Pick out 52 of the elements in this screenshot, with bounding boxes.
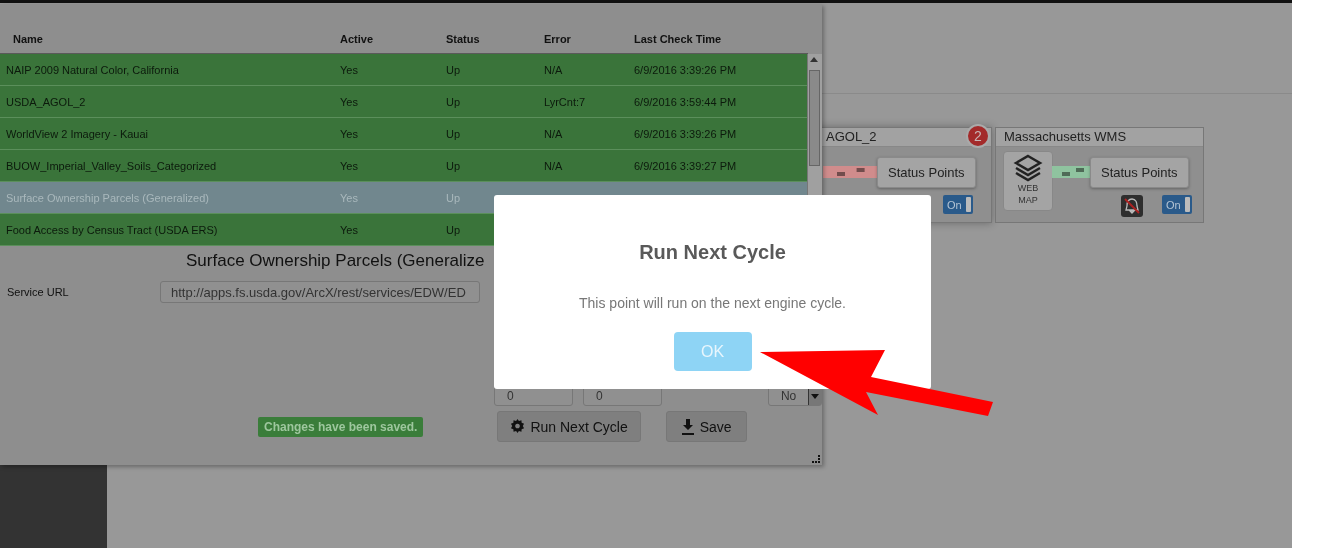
column-header[interactable]: Status bbox=[440, 33, 538, 45]
table-cell-text: N/A bbox=[543, 63, 564, 76]
layers-icon bbox=[1013, 152, 1043, 182]
web-map-tile[interactable]: WEB MAP bbox=[1003, 151, 1053, 211]
save-status: Changes have been saved. bbox=[258, 416, 424, 437]
table-row[interactable]: WorldView 2 Imagery - Kauai Yes Up N/A 6/9/2016 3:39:26 PM bbox=[0, 118, 807, 150]
table-cell-text: Yes bbox=[339, 63, 359, 76]
detail-title: Surface Ownership Parcels (Generalize bbox=[186, 251, 485, 271]
muted-bell-icon[interactable] bbox=[1121, 195, 1143, 217]
table-cell-text: N/A bbox=[543, 127, 564, 140]
gear-icon bbox=[510, 419, 526, 434]
url-field[interactable]: http://apps.fs.usda.gov/ArcX/rest/services/EDW/ED bbox=[160, 281, 480, 303]
table-cell-text: Up bbox=[445, 159, 462, 172]
table-cell-text: Up bbox=[445, 223, 462, 236]
on-toggle[interactable]: On bbox=[1162, 195, 1192, 214]
field-label: Service URL bbox=[6, 286, 70, 298]
table-cell-text: 6/9/2016 3:59:44 PM bbox=[633, 95, 738, 108]
on-toggle[interactable]: On bbox=[943, 195, 973, 214]
card-title: Massachusetts WMS bbox=[996, 128, 1203, 147]
table-cell-text: Up bbox=[445, 63, 462, 76]
table-cell-text: Up bbox=[445, 127, 462, 140]
table-cell-text: Up bbox=[445, 95, 462, 108]
table-cell-text: Yes bbox=[339, 127, 359, 140]
column-header[interactable]: Error bbox=[538, 33, 628, 45]
table-cell-text: Food Access by Census Tract (USDA ERS) bbox=[5, 223, 219, 236]
table-cell-text: NAIP 2009 Natural Color, California bbox=[5, 63, 180, 76]
status-points-button[interactable]: Status Points bbox=[877, 157, 976, 188]
resize-grip[interactable] bbox=[812, 455, 820, 463]
status-points-button[interactable]: Status Points bbox=[1090, 157, 1189, 188]
column-header[interactable]: Name bbox=[0, 33, 334, 45]
column-header[interactable]: Active bbox=[334, 33, 440, 45]
download-icon bbox=[680, 418, 695, 435]
dialog-message: This point will run on the next engine cycle. bbox=[579, 295, 846, 311]
table-cell-text: LyrCnt:7 bbox=[543, 95, 587, 108]
table-row[interactable]: BUOW_Imperial_Valley_Soils_Categorized Yes Up N/A 6/9/2016 3:39:27 PM bbox=[0, 150, 807, 182]
table-cell-text: BUOW_Imperial_Valley_Soils_Categorized bbox=[5, 159, 218, 172]
column-header[interactable]: Last Check Time bbox=[628, 33, 808, 45]
dropdown-arrow-icon[interactable] bbox=[811, 393, 819, 399]
save-button[interactable]: Save bbox=[665, 411, 747, 442]
count-badge: 2 bbox=[966, 124, 990, 148]
table-row[interactable]: USDA_AGOL_2 Yes Up LyrCnt:7 6/9/2016 3:59:44 PM bbox=[0, 86, 807, 118]
table-cell-text: Yes bbox=[339, 95, 359, 108]
run-next-cycle-button[interactable]: Run Next Cycle bbox=[497, 411, 641, 442]
table-cell-text: N/A bbox=[543, 159, 564, 172]
table-cell-text: Yes bbox=[339, 159, 359, 172]
table-row[interactable]: NAIP 2009 Natural Color, California Yes Up N/A 6/9/2016 3:39:26 PM bbox=[0, 54, 807, 86]
table-cell-text: USDA_AGOL_2 bbox=[5, 95, 87, 108]
table-cell-text: 6/9/2016 3:39:27 PM bbox=[633, 159, 738, 172]
table-cell-text: WorldView 2 Imagery - Kauai bbox=[5, 127, 150, 140]
table-cell-text: Yes bbox=[339, 223, 359, 236]
table-cell-text: 6/9/2016 3:39:26 PM bbox=[633, 63, 738, 76]
table-cell-text: 6/9/2016 3:39:26 PM bbox=[633, 127, 738, 140]
